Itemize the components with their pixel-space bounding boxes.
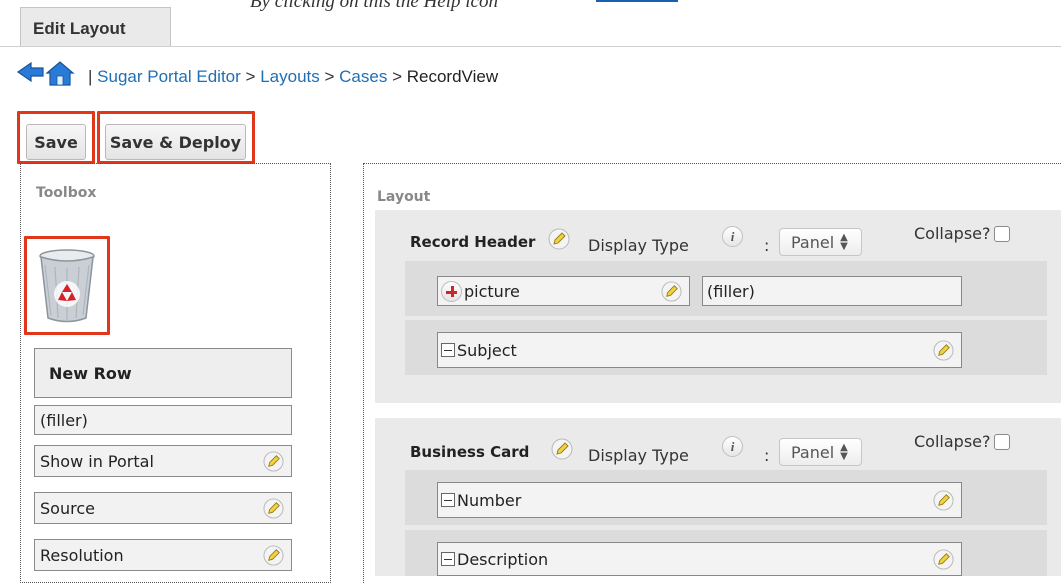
layout-field-label: Number — [457, 490, 522, 510]
save-button[interactable]: Save — [26, 124, 86, 160]
pencil-icon[interactable] — [933, 548, 954, 570]
tab-edit-layout[interactable]: Edit Layout — [20, 7, 171, 47]
pencil-icon[interactable] — [263, 497, 284, 519]
display-type-colon: : — [764, 236, 770, 255]
breadcrumb-arrow: > — [245, 67, 256, 86]
layout-field-label: Description — [457, 549, 549, 569]
remove-icon[interactable] — [441, 493, 455, 507]
layout-field-label: picture — [464, 281, 520, 301]
pencil-icon[interactable] — [548, 228, 570, 250]
back-arrow-icon[interactable] — [16, 61, 44, 83]
layout-field-filler[interactable]: (filler) — [702, 276, 962, 306]
display-type-select[interactable]: Panel ▲ ▼ — [779, 228, 862, 256]
display-type-label: Display Type — [588, 446, 689, 465]
pencil-icon[interactable] — [933, 489, 954, 511]
tab-divider — [0, 46, 1061, 47]
toolbox-new-row[interactable]: New Row — [34, 348, 292, 398]
breadcrumb-icons — [16, 59, 86, 87]
collapse-label: Collapse? — [914, 224, 991, 243]
display-type-select[interactable]: Panel ▲ ▼ — [779, 438, 862, 466]
home-icon[interactable] — [45, 61, 75, 86]
save-deploy-button[interactable]: Save & Deploy — [105, 124, 246, 160]
breadcrumb-current: RecordView — [406, 67, 499, 86]
toolbox-field-label: Source — [40, 498, 95, 518]
display-type-value: Panel — [791, 232, 835, 252]
pencil-icon[interactable] — [551, 438, 573, 460]
collapse-checkbox[interactable] — [994, 433, 1011, 450]
collapse-control: Collapse? — [914, 432, 1011, 451]
pencil-icon[interactable] — [263, 544, 284, 566]
layout-field-description[interactable]: Description — [437, 542, 962, 576]
breadcrumb-pipe: | — [88, 67, 93, 86]
layout-field-subject[interactable]: Subject — [437, 332, 962, 368]
layout-field-label: Subject — [457, 340, 517, 360]
toolbox-filler[interactable]: (filler) — [34, 405, 292, 435]
toolbox-title: Toolbox — [36, 185, 97, 201]
info-icon[interactable]: i — [722, 436, 743, 457]
remove-icon[interactable] — [441, 552, 455, 566]
breadcrumb-link-layouts[interactable]: Layouts — [260, 67, 320, 86]
layout-field-number[interactable]: Number — [437, 482, 962, 518]
remove-icon[interactable] — [441, 343, 455, 357]
toolbox-field-show-in-portal[interactable]: Show in Portal — [34, 445, 292, 477]
breadcrumb-arrow: > — [392, 67, 403, 86]
breadcrumb: | Sugar Portal Editor > Layouts > Cases … — [88, 67, 498, 87]
toolbox-field-resolution[interactable]: Resolution — [34, 539, 292, 571]
breadcrumb-link-portal-editor[interactable]: Sugar Portal Editor — [97, 67, 241, 86]
toolbox-field-source[interactable]: Source — [34, 492, 292, 524]
panel-name: Business Card — [410, 443, 530, 461]
pencil-icon[interactable] — [661, 280, 682, 302]
recycle-bin-icon[interactable] — [36, 247, 98, 325]
add-icon[interactable] — [441, 280, 462, 302]
display-type-label: Display Type — [588, 236, 689, 255]
pencil-icon[interactable] — [933, 339, 954, 361]
cutoff-instruction-text: By clicking on this the Help icon — [250, 0, 498, 12]
display-type-value: Panel — [791, 442, 835, 462]
cutoff-help-link-underline — [596, 0, 678, 2]
select-arrows-icon: ▲ ▼ — [840, 442, 848, 462]
breadcrumb-link-cases[interactable]: Cases — [339, 67, 387, 86]
breadcrumb-arrow: > — [324, 67, 335, 86]
panel-name: Record Header — [410, 233, 536, 251]
collapse-control: Collapse? — [914, 224, 1011, 243]
pencil-icon[interactable] — [263, 450, 284, 472]
select-arrows-icon: ▲ ▼ — [840, 232, 848, 252]
display-type-colon: : — [764, 446, 770, 465]
collapse-checkbox[interactable] — [994, 225, 1011, 242]
toolbox-field-label: Resolution — [40, 545, 124, 565]
layout-title: Layout — [377, 189, 431, 205]
layout-field-picture[interactable]: picture — [437, 276, 690, 306]
toolbox-field-label: Show in Portal — [40, 451, 154, 471]
collapse-label: Collapse? — [914, 432, 991, 451]
info-icon[interactable]: i — [722, 226, 743, 247]
